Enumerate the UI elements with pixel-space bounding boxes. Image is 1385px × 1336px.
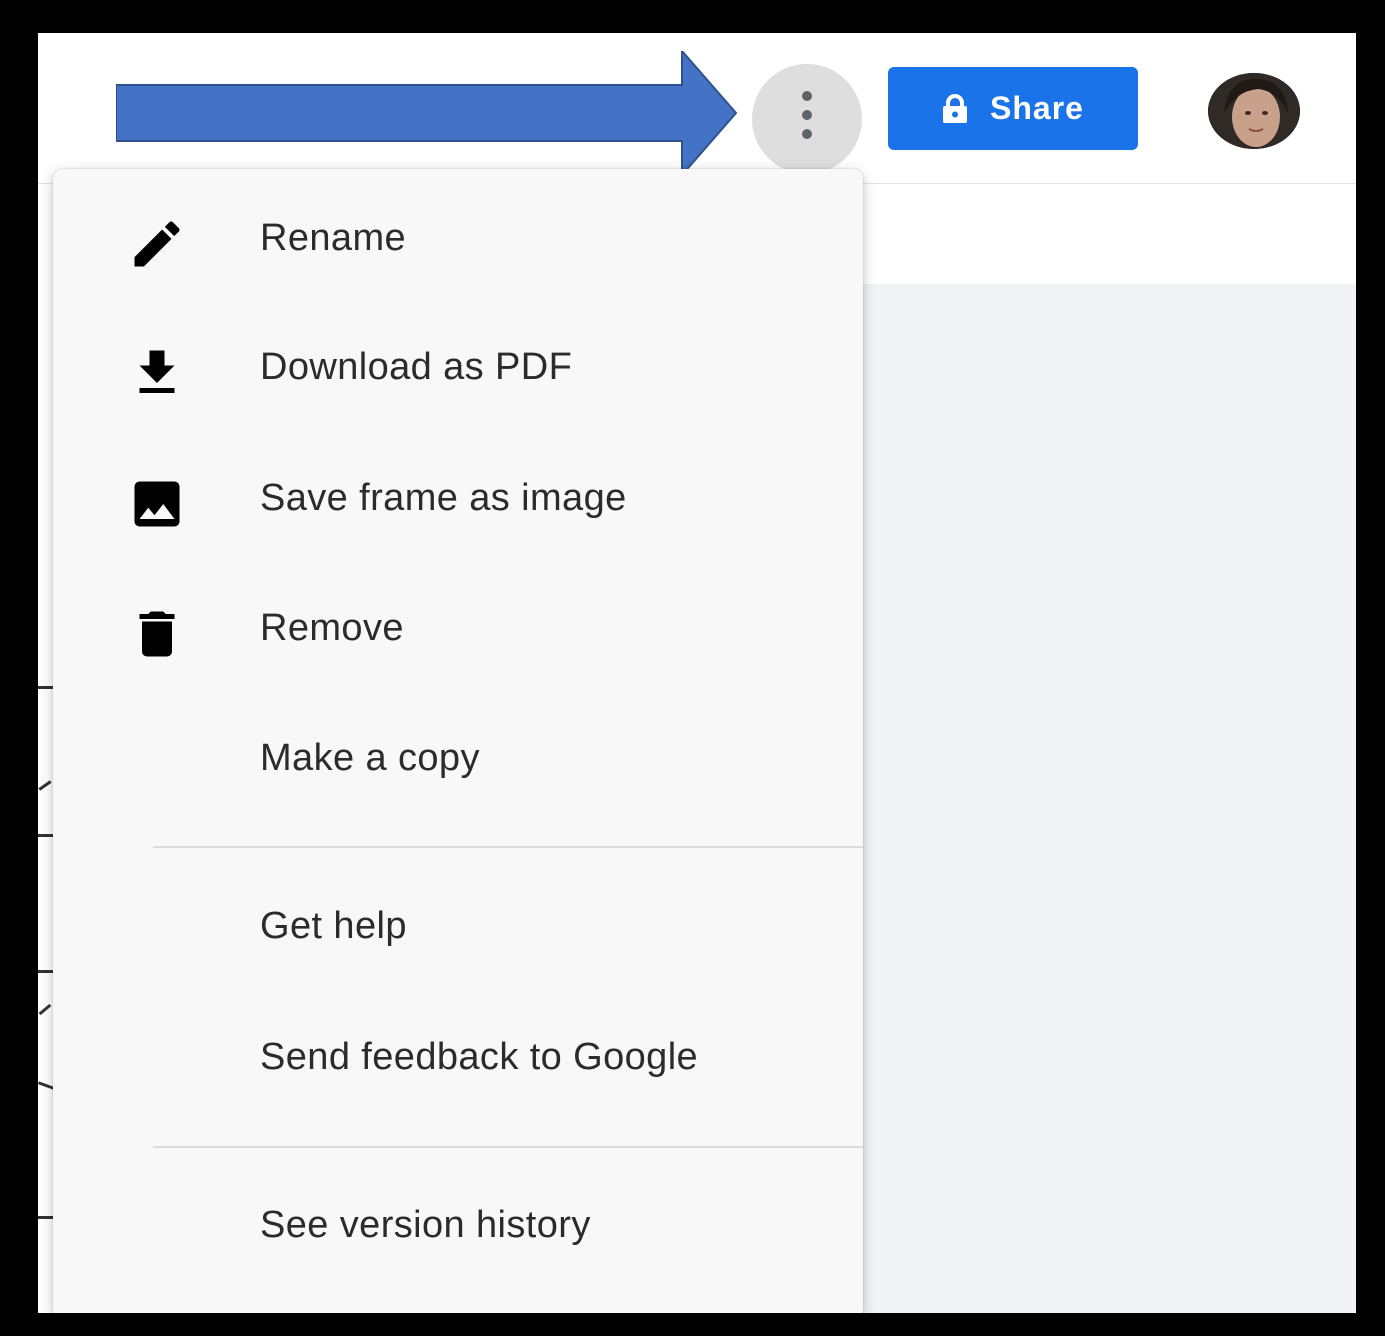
menu-item-make-copy[interactable]: Make a copy	[53, 707, 863, 817]
menu-item-remove[interactable]: Remove	[53, 577, 863, 687]
menu-divider	[153, 1146, 863, 1148]
more-options-menu: Rename Download as PDF Save frame as ima…	[53, 169, 863, 1313]
app-screen: Share Rename Download as PDF Save frame …	[38, 33, 1356, 1313]
pencil-icon	[134, 221, 180, 267]
lock-icon	[943, 93, 968, 123]
menu-divider	[153, 846, 863, 848]
sketch-stroke	[38, 780, 52, 791]
download-icon	[139, 350, 175, 393]
more-vert-icon-dot	[802, 110, 812, 120]
menu-item-send-feedback[interactable]: Send feedback to Google	[53, 1006, 863, 1116]
sketch-stroke	[38, 970, 54, 973]
menu-item-rename[interactable]: Rename	[53, 187, 863, 297]
annotation-arrow	[116, 51, 738, 175]
more-vert-icon-dot	[802, 129, 812, 139]
sketch-stroke	[38, 1003, 52, 1016]
menu-item-label: See version history	[260, 1204, 591, 1246]
menu-item-version-history[interactable]: See version history	[53, 1174, 863, 1284]
menu-item-label: Remove	[260, 607, 404, 649]
sketch-stroke	[38, 686, 54, 689]
menu-item-save-frame-image[interactable]: Save frame as image	[53, 447, 863, 557]
more-options-button[interactable]	[752, 64, 862, 174]
share-label: Share	[990, 90, 1084, 126]
more-vert-icon	[802, 91, 812, 101]
top-bar: Share	[38, 33, 1356, 184]
sketch-stroke	[38, 834, 54, 837]
menu-item-label: Get help	[260, 905, 407, 947]
menu-item-label: Send feedback to Google	[260, 1036, 699, 1078]
trash-icon	[139, 611, 175, 657]
menu-item-label: Make a copy	[260, 737, 480, 779]
share-button[interactable]: Share	[888, 67, 1138, 150]
avatar-image	[1208, 73, 1300, 149]
menu-item-download-pdf[interactable]: Download as PDF	[53, 316, 863, 426]
image-icon	[134, 481, 180, 527]
sketch-stroke	[38, 1216, 54, 1219]
menu-item-label: Rename	[260, 217, 407, 259]
menu-item-get-help[interactable]: Get help	[53, 875, 863, 985]
avatar[interactable]	[1208, 73, 1300, 149]
menu-item-label: Save frame as image	[260, 477, 627, 519]
menu-item-label: Download as PDF	[260, 346, 573, 388]
sketch-stroke	[38, 1081, 55, 1090]
